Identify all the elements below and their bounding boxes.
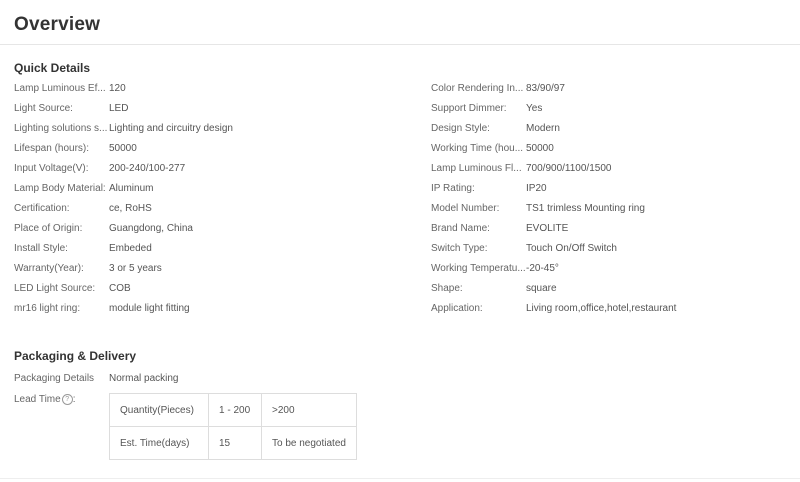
detail-label: Install Style: (14, 243, 68, 254)
quick-details-right-column: Color Rendering In... 83/90/97 Support Di… (431, 82, 791, 322)
detail-label: Place of Origin: (14, 223, 83, 234)
lead-time-row: Lead Time?: (14, 393, 109, 407)
detail-value: 50000 (526, 143, 554, 154)
table-cell: >200 (261, 393, 357, 427)
detail-label: Lighting solutions s... (14, 123, 108, 134)
detail-row: Lifespan (hours): 50000 (14, 142, 394, 162)
detail-label: Input Voltage(V): (14, 163, 89, 174)
detail-value: Embeded (109, 243, 152, 254)
detail-row: Brand Name: EVOLITE (431, 222, 791, 242)
detail-value: 200-240/100-277 (109, 163, 186, 174)
detail-label: Model Number: (431, 203, 500, 214)
packaging-details-value: Normal packing (109, 373, 179, 384)
detail-value: ce, RoHS (109, 203, 152, 214)
detail-value: Living room,office,hotel,restaurant (526, 303, 677, 314)
detail-row: Design Style: Modern (431, 122, 791, 142)
detail-value: 700/900/1100/1500 (526, 163, 612, 174)
lead-time-label: Lead Time (14, 394, 61, 405)
detail-label: Support Dimmer: (431, 103, 507, 114)
detail-value: COB (109, 283, 131, 294)
detail-label: Working Time (hou... (431, 143, 524, 154)
detail-row: Input Voltage(V): 200-240/100-277 (14, 162, 394, 182)
table-cell: Est. Time(days) (109, 426, 209, 460)
detail-label: Lifespan (hours): (14, 143, 90, 154)
page-title: Overview (14, 14, 101, 35)
detail-value: TS1 trimless Mounting ring (526, 203, 645, 214)
detail-label: Switch Type: (431, 243, 488, 254)
detail-label: Lamp Body Material: (14, 183, 106, 194)
table-row: Est. Time(days) 15 To be negotiated (109, 426, 357, 460)
detail-label: Design Style: (431, 123, 490, 134)
detail-row: Support Dimmer: Yes (431, 102, 791, 122)
help-icon[interactable]: ? (61, 394, 73, 405)
detail-row: Switch Type: Touch On/Off Switch (431, 242, 791, 262)
detail-row: Working Temperatu... -20-45° (431, 262, 791, 282)
detail-row: Lamp Luminous Fl... 700/900/1100/1500 (431, 162, 791, 182)
detail-value: Lighting and circuitry design (109, 123, 233, 134)
title-divider (0, 44, 800, 45)
packaging-delivery-heading: Packaging & Delivery (14, 349, 137, 363)
detail-label: Light Source: (14, 103, 73, 114)
detail-row: Application: Living room,office,hotel,res… (431, 302, 791, 322)
bottom-divider (0, 478, 800, 479)
table-row: Quantity(Pieces) 1 - 200 >200 (109, 393, 357, 427)
detail-label: LED Light Source: (14, 283, 96, 294)
detail-row: Lamp Body Material: Aluminum (14, 182, 394, 202)
quick-details-heading: Quick Details (14, 61, 91, 75)
detail-row: Color Rendering In... 83/90/97 (431, 82, 791, 102)
detail-value: Aluminum (109, 183, 154, 194)
detail-label: Working Temperatu... (431, 263, 526, 274)
detail-value: Guangdong, China (109, 223, 193, 234)
detail-row: IP Rating: IP20 (431, 182, 791, 202)
detail-value: -20-45° (526, 263, 559, 274)
detail-row: Working Time (hou... 50000 (431, 142, 791, 162)
detail-row: Warranty(Year): 3 or 5 years (14, 262, 394, 282)
quick-details-left-column: Lamp Luminous Ef... 120 Light Source: LED … (14, 82, 394, 322)
detail-value: IP20 (526, 183, 547, 194)
detail-row: Shape: square (431, 282, 791, 302)
detail-row: Place of Origin: Guangdong, China (14, 222, 394, 242)
detail-value: Modern (526, 123, 560, 134)
detail-value: 83/90/97 (526, 83, 565, 94)
detail-label: Lamp Luminous Fl... (431, 163, 522, 174)
table-cell: 15 (208, 426, 262, 460)
detail-label: Certification: (14, 203, 70, 214)
detail-row: Lighting solutions s... Lighting and circ… (14, 122, 394, 142)
product-overview-page: Overview Quick Details Lamp Luminous Ef.… (0, 0, 800, 482)
detail-value: square (526, 283, 557, 294)
detail-value: 120 (109, 83, 126, 94)
detail-row: Certification: ce, RoHS (14, 202, 394, 222)
detail-label: Brand Name: (431, 223, 490, 234)
lead-time-colon: : (72, 394, 76, 405)
detail-label: Application: (431, 303, 483, 314)
lead-time-table: Quantity(Pieces) 1 - 200 >200 Est. Time(… (109, 393, 357, 460)
detail-value: EVOLITE (526, 223, 569, 234)
detail-row: Lamp Luminous Ef... 120 (14, 82, 394, 102)
packaging-details-label: Packaging Details (14, 373, 95, 384)
table-cell: To be negotiated (261, 426, 357, 460)
detail-value: module light fitting (109, 303, 190, 314)
detail-label: Lamp Luminous Ef... (14, 83, 106, 94)
detail-row: Light Source: LED (14, 102, 394, 122)
detail-label: Color Rendering In... (431, 83, 524, 94)
table-cell: 1 - 200 (208, 393, 262, 427)
lead-time-label-wrap: Lead Time?: (14, 393, 109, 407)
detail-row: Install Style: Embeded (14, 242, 394, 262)
detail-row: Model Number: TS1 trimless Mounting ring (431, 202, 791, 222)
detail-row: LED Light Source: COB (14, 282, 394, 302)
table-cell: Quantity(Pieces) (109, 393, 209, 427)
detail-label: Shape: (431, 283, 463, 294)
detail-label: IP Rating: (431, 183, 475, 194)
detail-value: 3 or 5 years (109, 263, 162, 274)
detail-label: mr16 light ring: (14, 303, 81, 314)
detail-label: Warranty(Year): (14, 263, 84, 274)
detail-value: LED (109, 103, 129, 114)
detail-value: Touch On/Off Switch (526, 243, 617, 254)
detail-value: Yes (526, 103, 543, 114)
detail-row: mr16 light ring: module light fitting (14, 302, 394, 322)
detail-value: 50000 (109, 143, 137, 154)
packaging-details-row: Packaging Details Normal packing (14, 372, 178, 386)
